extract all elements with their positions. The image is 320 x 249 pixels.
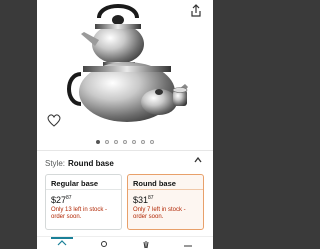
option-card-round-base[interactable]: Round base $3187 Only 7 left in stock - … (127, 174, 204, 230)
nav-active-indicator (51, 237, 73, 239)
option-card-regular-base[interactable]: Regular base $2787 Only 13 left in stock… (45, 174, 122, 230)
bottom-nav (37, 236, 213, 249)
carousel-dot[interactable] (132, 140, 136, 144)
home-icon[interactable] (57, 240, 67, 249)
carousel-dot[interactable] (123, 140, 127, 144)
style-selector-header[interactable]: Style: Round base (45, 157, 205, 169)
style-selected-value: Round base (68, 158, 114, 168)
cart-icon[interactable] (141, 240, 151, 249)
carousel-dot[interactable] (114, 140, 118, 144)
style-options: Regular base $2787 Only 13 left in stock… (45, 174, 213, 230)
heart-icon[interactable] (47, 114, 61, 127)
product-image (67, 4, 188, 122)
option-title: Regular base (46, 175, 121, 190)
option-title: Round base (128, 175, 203, 190)
chevron-up-icon[interactable] (194, 157, 202, 163)
menu-icon[interactable] (183, 240, 193, 249)
style-label: Style: (45, 158, 66, 168)
carousel-dot[interactable] (150, 140, 154, 144)
carousel-dot[interactable] (105, 140, 109, 144)
carousel-dot[interactable] (96, 140, 100, 144)
option-price: $2787 (51, 195, 72, 205)
carousel-dots (37, 140, 213, 146)
share-icon[interactable] (189, 4, 203, 18)
option-price: $3187 (133, 195, 154, 205)
option-stock-text: Only 13 left in stock - order soon. (51, 207, 108, 220)
product-image-gallery[interactable] (37, 0, 213, 148)
product-screen: Style: Round base Regular base $2787 Onl… (37, 0, 213, 249)
divider (37, 150, 213, 151)
profile-icon[interactable] (99, 240, 109, 249)
option-stock-text: Only 7 left in stock - order soon. (133, 207, 186, 220)
carousel-dot[interactable] (141, 140, 145, 144)
